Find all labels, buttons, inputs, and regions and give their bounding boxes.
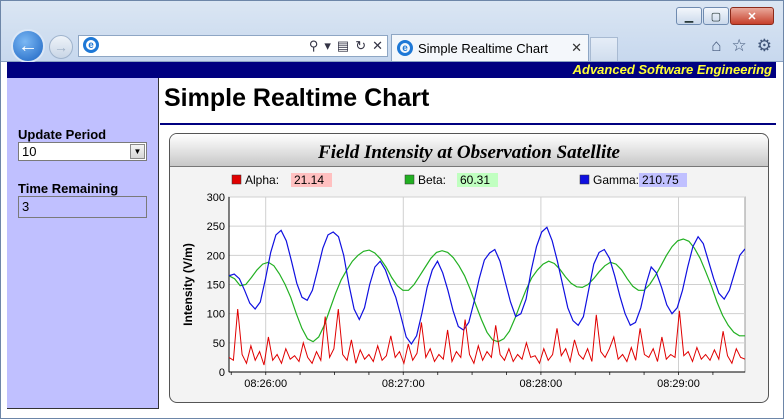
legend-swatch-alpha xyxy=(231,174,242,185)
x-tick-label: 08:28:00 xyxy=(519,378,562,390)
y-tick-label: 100 xyxy=(207,309,225,321)
chevron-down-icon[interactable]: ▼ xyxy=(130,144,145,159)
ie-logo-icon: e xyxy=(397,40,413,56)
star-icon[interactable]: ☆ xyxy=(732,36,747,56)
tab-close-icon[interactable]: ✕ xyxy=(571,40,582,56)
legend-value-alpha: 21.14 xyxy=(294,173,324,187)
sidebar: Update Period 10 ▼ Time Remaining 3 xyxy=(7,78,159,409)
compat-view-icon[interactable]: ▤ xyxy=(337,38,349,54)
back-arrow-icon[interactable]: ← xyxy=(11,29,45,63)
home-icon[interactable]: ⌂ xyxy=(711,36,721,56)
legend-label-gamma: Gamma: xyxy=(593,173,639,187)
window-controls: ▁ ▢ ✕ xyxy=(676,7,774,25)
y-axis-label: Intensity (V/m) xyxy=(181,243,195,326)
update-period-select[interactable]: 10 ▼ xyxy=(18,142,147,161)
title-divider xyxy=(160,123,776,125)
realtime-chart: 0 50 100 150 200 250 300 08:26:00 08:27:00 08:28:… xyxy=(181,173,746,390)
time-remaining-field[interactable]: 3 xyxy=(18,196,147,218)
gear-icon[interactable]: ⚙ xyxy=(757,36,772,56)
legend-swatch-gamma xyxy=(579,174,590,185)
chart-panel: Field Intensity at Observation Satellite… xyxy=(169,133,769,403)
y-tick-label: 150 xyxy=(207,280,225,292)
minimize-icon[interactable]: ▁ xyxy=(676,7,702,25)
site-banner: Advanced Software Engineering xyxy=(7,62,776,78)
y-tick-label: 200 xyxy=(207,250,225,262)
forward-arrow-icon[interactable]: → xyxy=(49,35,73,59)
legend-swatch-beta xyxy=(404,174,415,185)
y-tick-label: 250 xyxy=(207,221,225,233)
close-icon[interactable]: ✕ xyxy=(730,7,774,25)
dropdown-arrow-icon[interactable]: ▾ xyxy=(324,38,331,54)
browser-chrome: ▁ ▢ ✕ ← → e ⚲ ▾ ▤ ↻ ✕ e Simple Realtime … xyxy=(0,0,784,63)
time-remaining-value: 3 xyxy=(22,199,30,214)
address-tools: ⚲ ▾ ▤ ↻ ✕ xyxy=(309,38,383,54)
legend-label-alpha: Alpha: xyxy=(245,173,279,187)
y-tick-label: 0 xyxy=(219,367,225,379)
address-bar[interactable]: e ⚲ ▾ ▤ ↻ ✕ xyxy=(78,35,388,57)
new-tab-button[interactable] xyxy=(590,37,618,61)
x-tick-label: 08:26:00 xyxy=(244,378,287,390)
ie-logo-icon: e xyxy=(83,37,99,53)
browser-tab[interactable]: e Simple Realtime Chart ✕ xyxy=(391,34,589,61)
refresh-icon[interactable]: ↻ xyxy=(355,38,366,54)
legend-value-gamma: 210.75 xyxy=(642,173,679,187)
update-period-value: 10 xyxy=(22,144,37,159)
legend-value-beta: 60.31 xyxy=(460,173,490,187)
page-title: Simple Realtime Chart xyxy=(164,84,430,112)
y-tick-label: 300 xyxy=(207,192,225,204)
y-tick-label: 50 xyxy=(213,338,225,350)
legend-label-beta: Beta: xyxy=(418,173,446,187)
x-tick-label: 08:27:00 xyxy=(382,378,425,390)
x-tick-label: 08:29:00 xyxy=(657,378,700,390)
stop-icon[interactable]: ✕ xyxy=(372,38,383,54)
update-period-label: Update Period xyxy=(18,127,107,142)
search-icon[interactable]: ⚲ xyxy=(309,38,319,54)
browser-toolbar: ⌂ ☆ ⚙ xyxy=(711,36,772,56)
maximize-icon[interactable]: ▢ xyxy=(703,7,729,25)
time-remaining-label: Time Remaining xyxy=(18,181,119,196)
tab-title: Simple Realtime Chart xyxy=(418,41,549,56)
